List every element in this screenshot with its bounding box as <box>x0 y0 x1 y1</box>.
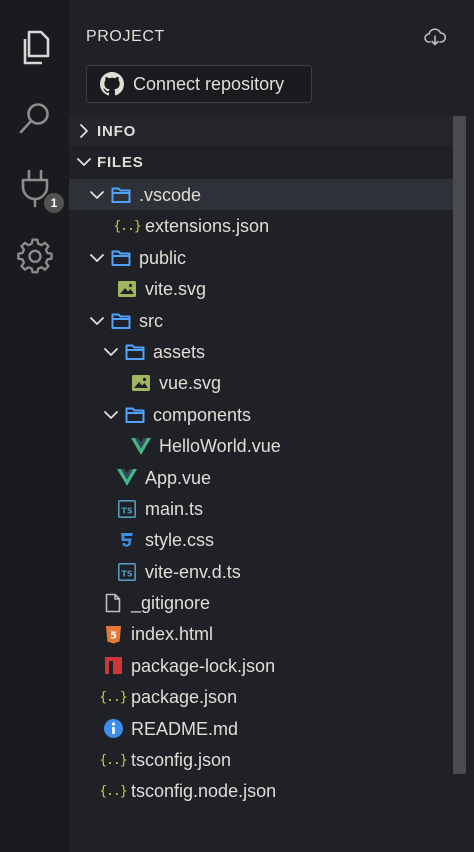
folder-icon <box>125 405 145 425</box>
chevron-down-icon[interactable] <box>89 250 105 271</box>
tree-file-row[interactable]: vite.svg <box>69 273 453 304</box>
tree-item-label: public <box>139 247 187 268</box>
explorer-sidebar: PROJECT Connect repository INFO FILES .v… <box>69 0 474 852</box>
tree-item-label: vite-env.d.ts <box>145 561 241 582</box>
tree-folder-row[interactable]: .vscode <box>69 179 453 211</box>
tree-file-row[interactable]: {..} tsconfig.node.json <box>69 775 453 806</box>
extensions-button[interactable]: 1 <box>0 160 69 216</box>
info-icon <box>103 719 123 739</box>
tree-file-row[interactable]: 5 index.html <box>69 618 453 649</box>
github-icon <box>100 72 124 96</box>
tree-file-row[interactable]: TS main.ts <box>69 493 453 524</box>
folder-icon <box>125 342 145 362</box>
tree-item-label: style.css <box>145 530 215 551</box>
tree-folder-row[interactable]: assets <box>69 336 453 367</box>
typescript-file-icon: TS <box>117 499 137 519</box>
vue-file-icon <box>117 468 137 488</box>
tree-item-label: vue.svg <box>159 373 222 394</box>
json-file-icon: {..} <box>99 752 127 768</box>
tree-item-label: HelloWorld.vue <box>159 436 281 457</box>
chevron-down-icon[interactable] <box>103 407 119 428</box>
section-files-header[interactable]: FILES <box>69 147 453 177</box>
tree-item-label: tsconfig.json <box>131 750 232 771</box>
tree-file-row[interactable]: style.css <box>69 524 453 555</box>
tree-folder-row[interactable]: components <box>69 399 453 430</box>
connect-repository-button[interactable]: Connect repository <box>86 65 312 103</box>
extensions-badge: 1 <box>42 191 66 215</box>
tree-item-label: components <box>153 404 252 425</box>
npm-file-icon <box>103 656 123 676</box>
image-file-icon <box>131 373 151 393</box>
chevron-down-icon[interactable] <box>89 187 105 208</box>
section-files-label: FILES <box>97 154 144 171</box>
tree-file-row[interactable]: HelloWorld.vue <box>69 430 453 461</box>
tree-file-row[interactable]: vue.svg <box>69 367 453 398</box>
cloud-download-icon <box>424 28 447 46</box>
tree-file-row[interactable]: _gitignore <box>69 587 453 618</box>
vue-file-icon <box>131 436 151 456</box>
tree-item-label: assets <box>153 341 206 362</box>
tree-item-label: .vscode <box>139 185 202 205</box>
explorer-button[interactable] <box>0 20 69 76</box>
tree-item-label: App.vue <box>145 467 212 488</box>
cloud-download-button[interactable] <box>424 28 447 51</box>
settings-button[interactable] <box>0 228 69 284</box>
tree-file-row[interactable]: {..} tsconfig.json <box>69 744 453 775</box>
section-info-label: INFO <box>97 123 137 140</box>
tree-item-label: vite.svg <box>145 279 207 300</box>
tree-file-row[interactable]: TS vite-env.d.ts <box>69 556 453 587</box>
tree-item-label: src <box>139 310 163 331</box>
tree-item-label: index.html <box>131 624 214 645</box>
json-file-icon: {..} <box>99 689 127 705</box>
html-file-icon: 5 <box>103 624 123 644</box>
chevron-right-icon <box>80 124 88 138</box>
tree-file-row[interactable]: package-lock.json <box>69 650 453 681</box>
tree-file-row[interactable]: README.md <box>69 713 453 744</box>
file-tree: .vscode {..} extensions.json public vite.svg… <box>69 179 453 807</box>
files-icon <box>23 30 49 65</box>
tree-item-label: tsconfig.node.json <box>131 781 277 802</box>
tree-file-row[interactable]: {..} extensions.json <box>69 210 453 241</box>
tree-item-label: README.md <box>131 718 239 739</box>
connect-repository-label: Connect repository <box>133 73 285 94</box>
tree-item-label: extensions.json <box>145 216 270 237</box>
file-icon <box>103 593 123 613</box>
json-file-icon: {..} <box>113 218 141 234</box>
gear-icon <box>16 238 53 274</box>
svg-text:5: 5 <box>110 630 117 641</box>
folder-icon <box>111 185 131 205</box>
tree-folder-row[interactable]: public <box>69 242 453 273</box>
app-root: 1 PROJECT Connect repository INFO FILES … <box>0 0 474 852</box>
tree-item-label: package.json <box>131 687 238 708</box>
folder-icon <box>111 248 131 268</box>
project-title: PROJECT <box>86 28 165 45</box>
tree-file-row[interactable]: {..} package.json <box>69 681 453 712</box>
svg-text:TS: TS <box>121 569 132 578</box>
chevron-down-icon[interactable] <box>89 313 105 334</box>
tree-file-row[interactable]: App.vue <box>69 462 453 493</box>
svg-text:TS: TS <box>121 506 132 515</box>
search-icon <box>19 103 49 134</box>
typescript-file-icon: TS <box>117 562 137 582</box>
section-info-header[interactable]: INFO <box>69 116 453 146</box>
folder-icon <box>111 311 131 331</box>
tree-item-label: package-lock.json <box>131 655 276 676</box>
image-file-icon <box>117 279 137 299</box>
chevron-down-icon <box>77 158 91 166</box>
tree-item-label: _gitignore <box>131 593 211 614</box>
tree-folder-row[interactable]: src <box>69 305 453 336</box>
search-button[interactable] <box>0 90 69 146</box>
tree-item-label: main.ts <box>145 498 204 519</box>
css-file-icon <box>117 530 137 550</box>
chevron-down-icon[interactable] <box>103 344 119 365</box>
activity-bar: 1 <box>0 0 69 852</box>
sidebar-scrollbar[interactable] <box>453 116 466 774</box>
sidebar-header: PROJECT <box>69 0 474 48</box>
json-file-icon: {..} <box>99 783 127 799</box>
